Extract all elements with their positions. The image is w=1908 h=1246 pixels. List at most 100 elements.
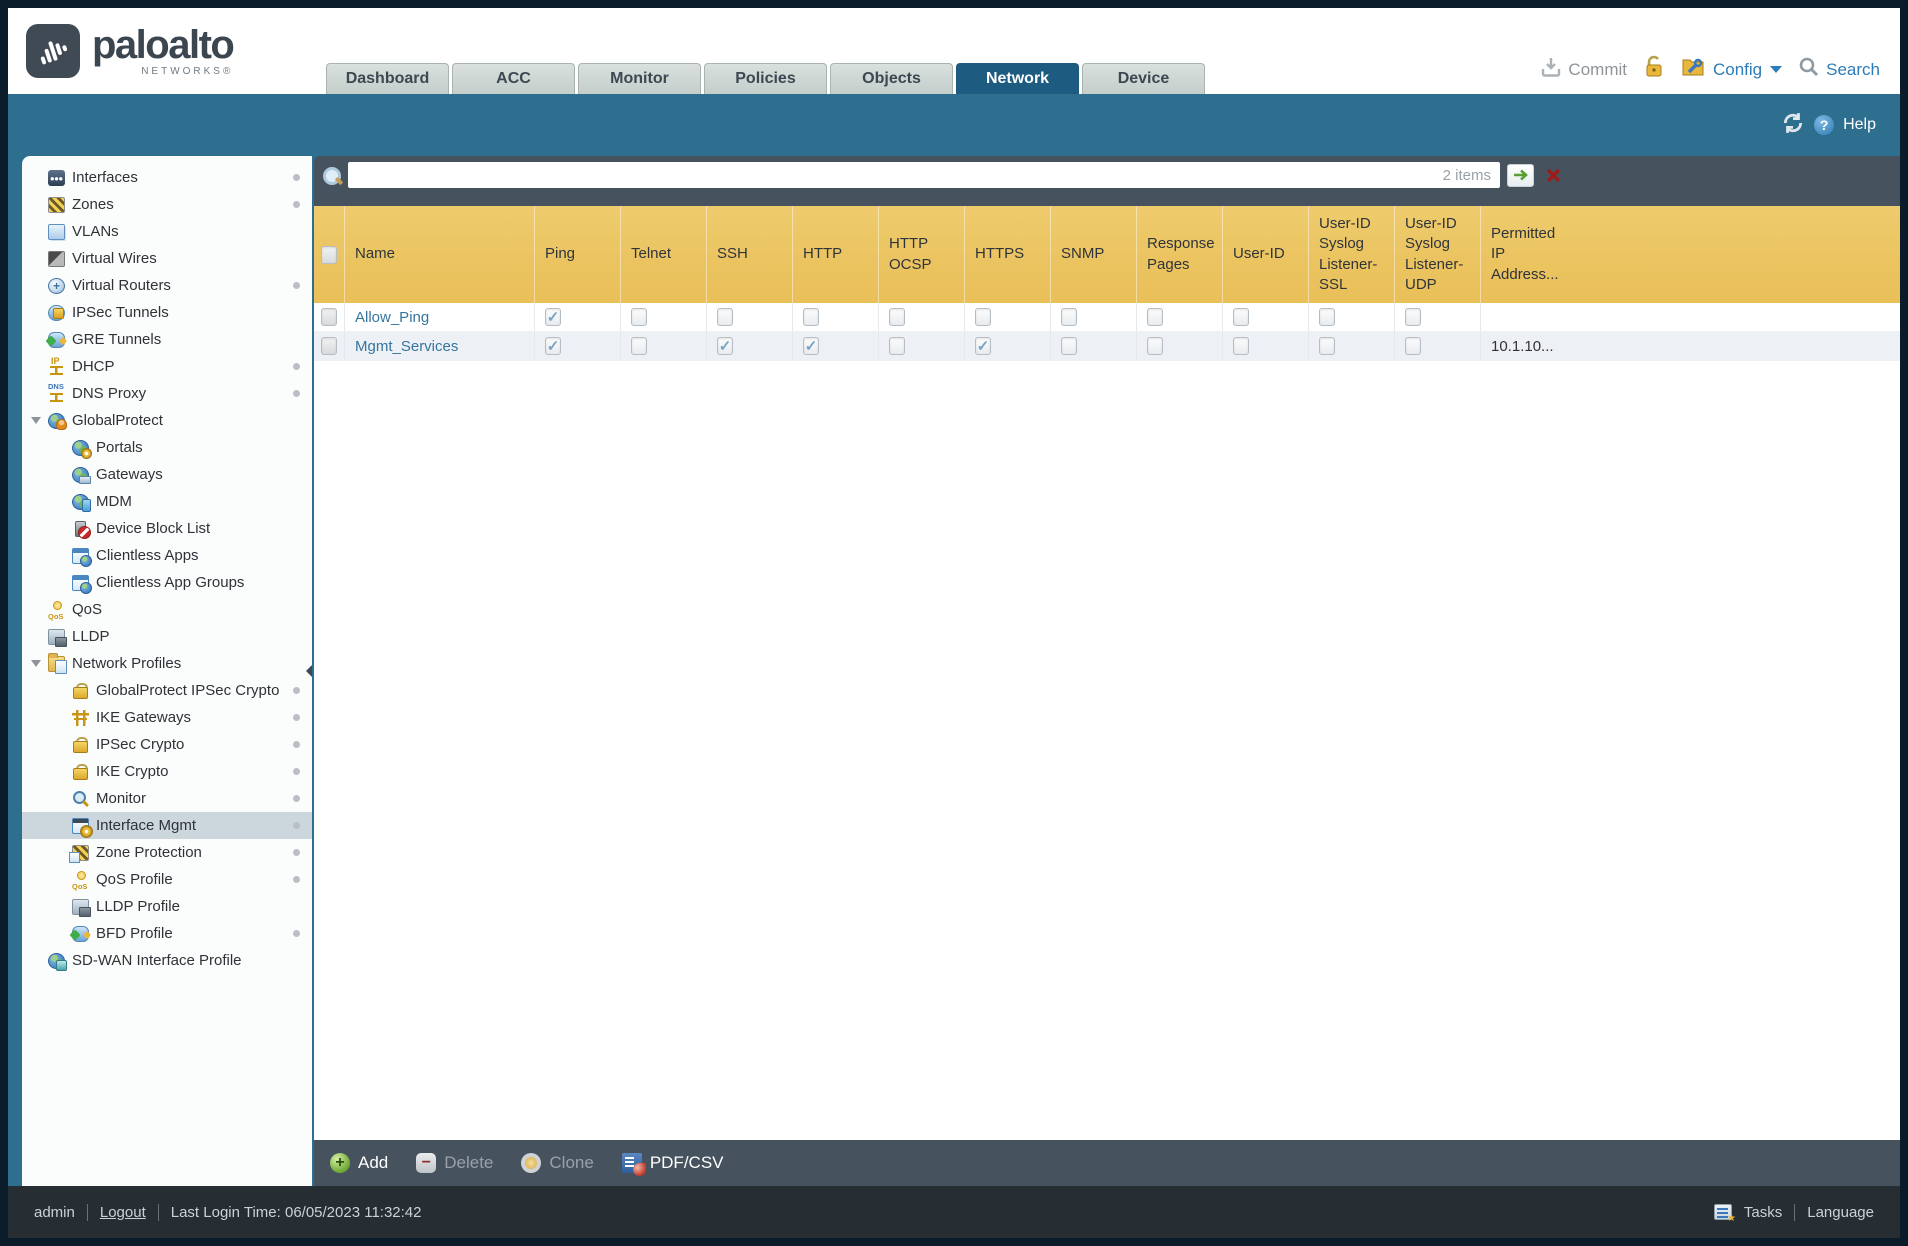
- sidebar-item-interface-mgmt[interactable]: Interface Mgmt: [22, 812, 312, 839]
- clear-filter-button[interactable]: [1541, 164, 1565, 187]
- tab-acc[interactable]: ACC: [452, 63, 575, 94]
- lock-button[interactable]: [1643, 55, 1665, 84]
- col-name[interactable]: Name: [344, 206, 534, 303]
- sidebar-item-vlans[interactable]: VLANs: [22, 218, 312, 245]
- language-link[interactable]: Language: [1807, 1204, 1874, 1221]
- table-row[interactable]: Allow_Ping ✓: [314, 303, 1900, 332]
- chevron-down-icon: [1770, 66, 1783, 73]
- help-icon[interactable]: [1814, 115, 1835, 135]
- sidebar-item-qos-profile[interactable]: QoS Profile: [22, 866, 312, 893]
- sidebar-item-dns-proxy[interactable]: DNS Proxy: [22, 380, 312, 407]
- clone-button[interactable]: Clone: [521, 1153, 594, 1173]
- col-https[interactable]: HTTPS: [964, 206, 1050, 303]
- col-http-ocsp[interactable]: HTTP OCSP: [878, 206, 964, 303]
- ping-checkbox: ✓: [545, 308, 561, 326]
- col-uid-syslog-ssl[interactable]: User-ID Syslog Listener-SSL: [1308, 206, 1394, 303]
- sidebar-item-interfaces[interactable]: Interfaces: [22, 164, 312, 191]
- commit-icon: [1540, 56, 1562, 83]
- tab-monitor[interactable]: Monitor: [578, 63, 701, 94]
- sidebar-item-ike-gateways[interactable]: IKE Gateways: [22, 704, 312, 731]
- profile-link[interactable]: Allow_Ping: [355, 309, 429, 326]
- sidebar-item-qos[interactable]: QoS: [22, 596, 312, 623]
- item-dot: [293, 795, 300, 802]
- col-uid-syslog-udp[interactable]: User-ID Syslog Listener-UDP: [1394, 206, 1480, 303]
- sidebar-collapse-handle[interactable]: [306, 665, 312, 677]
- sidebar-item-clientless-apps[interactable]: Clientless Apps: [22, 542, 312, 569]
- sidebar-item-virtual-wires[interactable]: Virtual Wires: [22, 245, 312, 272]
- col-telnet[interactable]: Telnet: [620, 206, 706, 303]
- sidebar-item-device-block-list[interactable]: Device Block List: [22, 515, 312, 542]
- tab-device[interactable]: Device: [1082, 63, 1205, 94]
- lldp-profile-icon: [72, 898, 91, 917]
- sidebar-item-network-profiles[interactable]: Network Profiles: [22, 650, 312, 677]
- col-snmp[interactable]: SNMP: [1050, 206, 1136, 303]
- profile-link[interactable]: Mgmt_Services: [355, 338, 458, 355]
- sidebar-item-ipsec-tunnels[interactable]: IPSec Tunnels: [22, 299, 312, 326]
- row-checkbox[interactable]: [321, 337, 337, 355]
- collapse-triangle-icon[interactable]: [31, 417, 41, 424]
- sidebar-item-sdwan-interface-profile[interactable]: SD-WAN Interface Profile: [22, 947, 312, 974]
- tab-network[interactable]: Network: [956, 63, 1079, 94]
- add-button[interactable]: Add: [330, 1153, 388, 1173]
- clone-icon: [521, 1153, 542, 1173]
- sidebar-item-clientless-app-groups[interactable]: Clientless App Groups: [22, 569, 312, 596]
- col-ping[interactable]: Ping: [534, 206, 620, 303]
- collapse-triangle-icon[interactable]: [31, 660, 41, 667]
- sidebar-item-ipsec-crypto[interactable]: IPSec Crypto: [22, 731, 312, 758]
- col-http[interactable]: HTTP: [792, 206, 878, 303]
- sidebar-item-zone-protection[interactable]: Zone Protection: [22, 839, 312, 866]
- bfd-profile-icon: [72, 925, 89, 942]
- config-menu-button[interactable]: Config: [1681, 56, 1783, 83]
- user-id-checkbox: [1233, 308, 1249, 326]
- sidebar-item-bfd-profile[interactable]: BFD Profile: [22, 920, 312, 947]
- sidebar-item-mdm[interactable]: MDM: [22, 488, 312, 515]
- paloalto-logo: paloalto NETWORKS®: [8, 8, 326, 94]
- sidebar-item-portals[interactable]: Portals: [22, 434, 312, 461]
- refresh-icon[interactable]: [1781, 111, 1805, 140]
- sidebar-item-dhcp[interactable]: DHCP: [22, 353, 312, 380]
- sidebar-item-ike-crypto[interactable]: IKE Crypto: [22, 758, 312, 785]
- item-dot: [293, 174, 300, 181]
- separator: [86, 1203, 88, 1221]
- sidebar-item-globalprotect[interactable]: GlobalProtect: [22, 407, 312, 434]
- portals-icon: [72, 439, 91, 458]
- col-ssh[interactable]: SSH: [706, 206, 792, 303]
- gre-tunnels-icon: [48, 331, 65, 348]
- globalprotect-icon: [48, 412, 67, 430]
- filter-box: 2 items: [348, 162, 1500, 188]
- sidebar-item-virtual-routers[interactable]: Virtual Routers: [22, 272, 312, 299]
- tasks-link[interactable]: Tasks: [1744, 1204, 1782, 1221]
- sidebar-item-zones[interactable]: Zones: [22, 191, 312, 218]
- logged-in-user: admin: [34, 1203, 75, 1221]
- item-dot: [293, 363, 300, 370]
- http-checkbox: [803, 308, 819, 326]
- col-response-pages[interactable]: Response Pages: [1136, 206, 1222, 303]
- sidebar-item-gre-tunnels[interactable]: GRE Tunnels: [22, 326, 312, 353]
- item-dot: [293, 876, 300, 883]
- https-checkbox: ✓: [975, 337, 991, 355]
- commit-button[interactable]: Commit: [1540, 56, 1627, 83]
- filter-input[interactable]: [348, 162, 1500, 188]
- sidebar-item-globalprotect-ipsec-crypto[interactable]: GlobalProtect IPSec Crypto: [22, 677, 312, 704]
- help-label[interactable]: Help: [1843, 116, 1876, 134]
- pdf-csv-button[interactable]: PDF/CSV: [621, 1153, 724, 1176]
- logout-link[interactable]: Logout: [100, 1204, 146, 1221]
- qos-icon: [48, 600, 65, 621]
- table-row[interactable]: Mgmt_Services ✓ ✓ ✓ ✓ 10.1.10...: [314, 332, 1900, 361]
- global-search-button[interactable]: Search: [1798, 56, 1880, 83]
- sidebar-item-lldp[interactable]: LLDP: [22, 623, 312, 650]
- col-user-id[interactable]: User-ID: [1222, 206, 1308, 303]
- sidebar-item-gateways[interactable]: Gateways: [22, 461, 312, 488]
- select-all-checkbox[interactable]: [321, 245, 337, 264]
- row-checkbox[interactable]: [321, 308, 337, 326]
- delete-button[interactable]: Delete: [416, 1153, 493, 1173]
- status-footer: admin Logout Last Login Time: 06/05/2023…: [8, 1186, 1900, 1238]
- tab-objects[interactable]: Objects: [830, 63, 953, 94]
- sidebar-item-monitor-profile[interactable]: Monitor: [22, 785, 312, 812]
- item-dot: [293, 282, 300, 289]
- sidebar-item-lldp-profile[interactable]: LLDP Profile: [22, 893, 312, 920]
- network-profiles-icon: [48, 652, 67, 674]
- apply-filter-button[interactable]: [1507, 163, 1534, 187]
- tab-dashboard[interactable]: Dashboard: [326, 63, 449, 94]
- tab-policies[interactable]: Policies: [704, 63, 827, 94]
